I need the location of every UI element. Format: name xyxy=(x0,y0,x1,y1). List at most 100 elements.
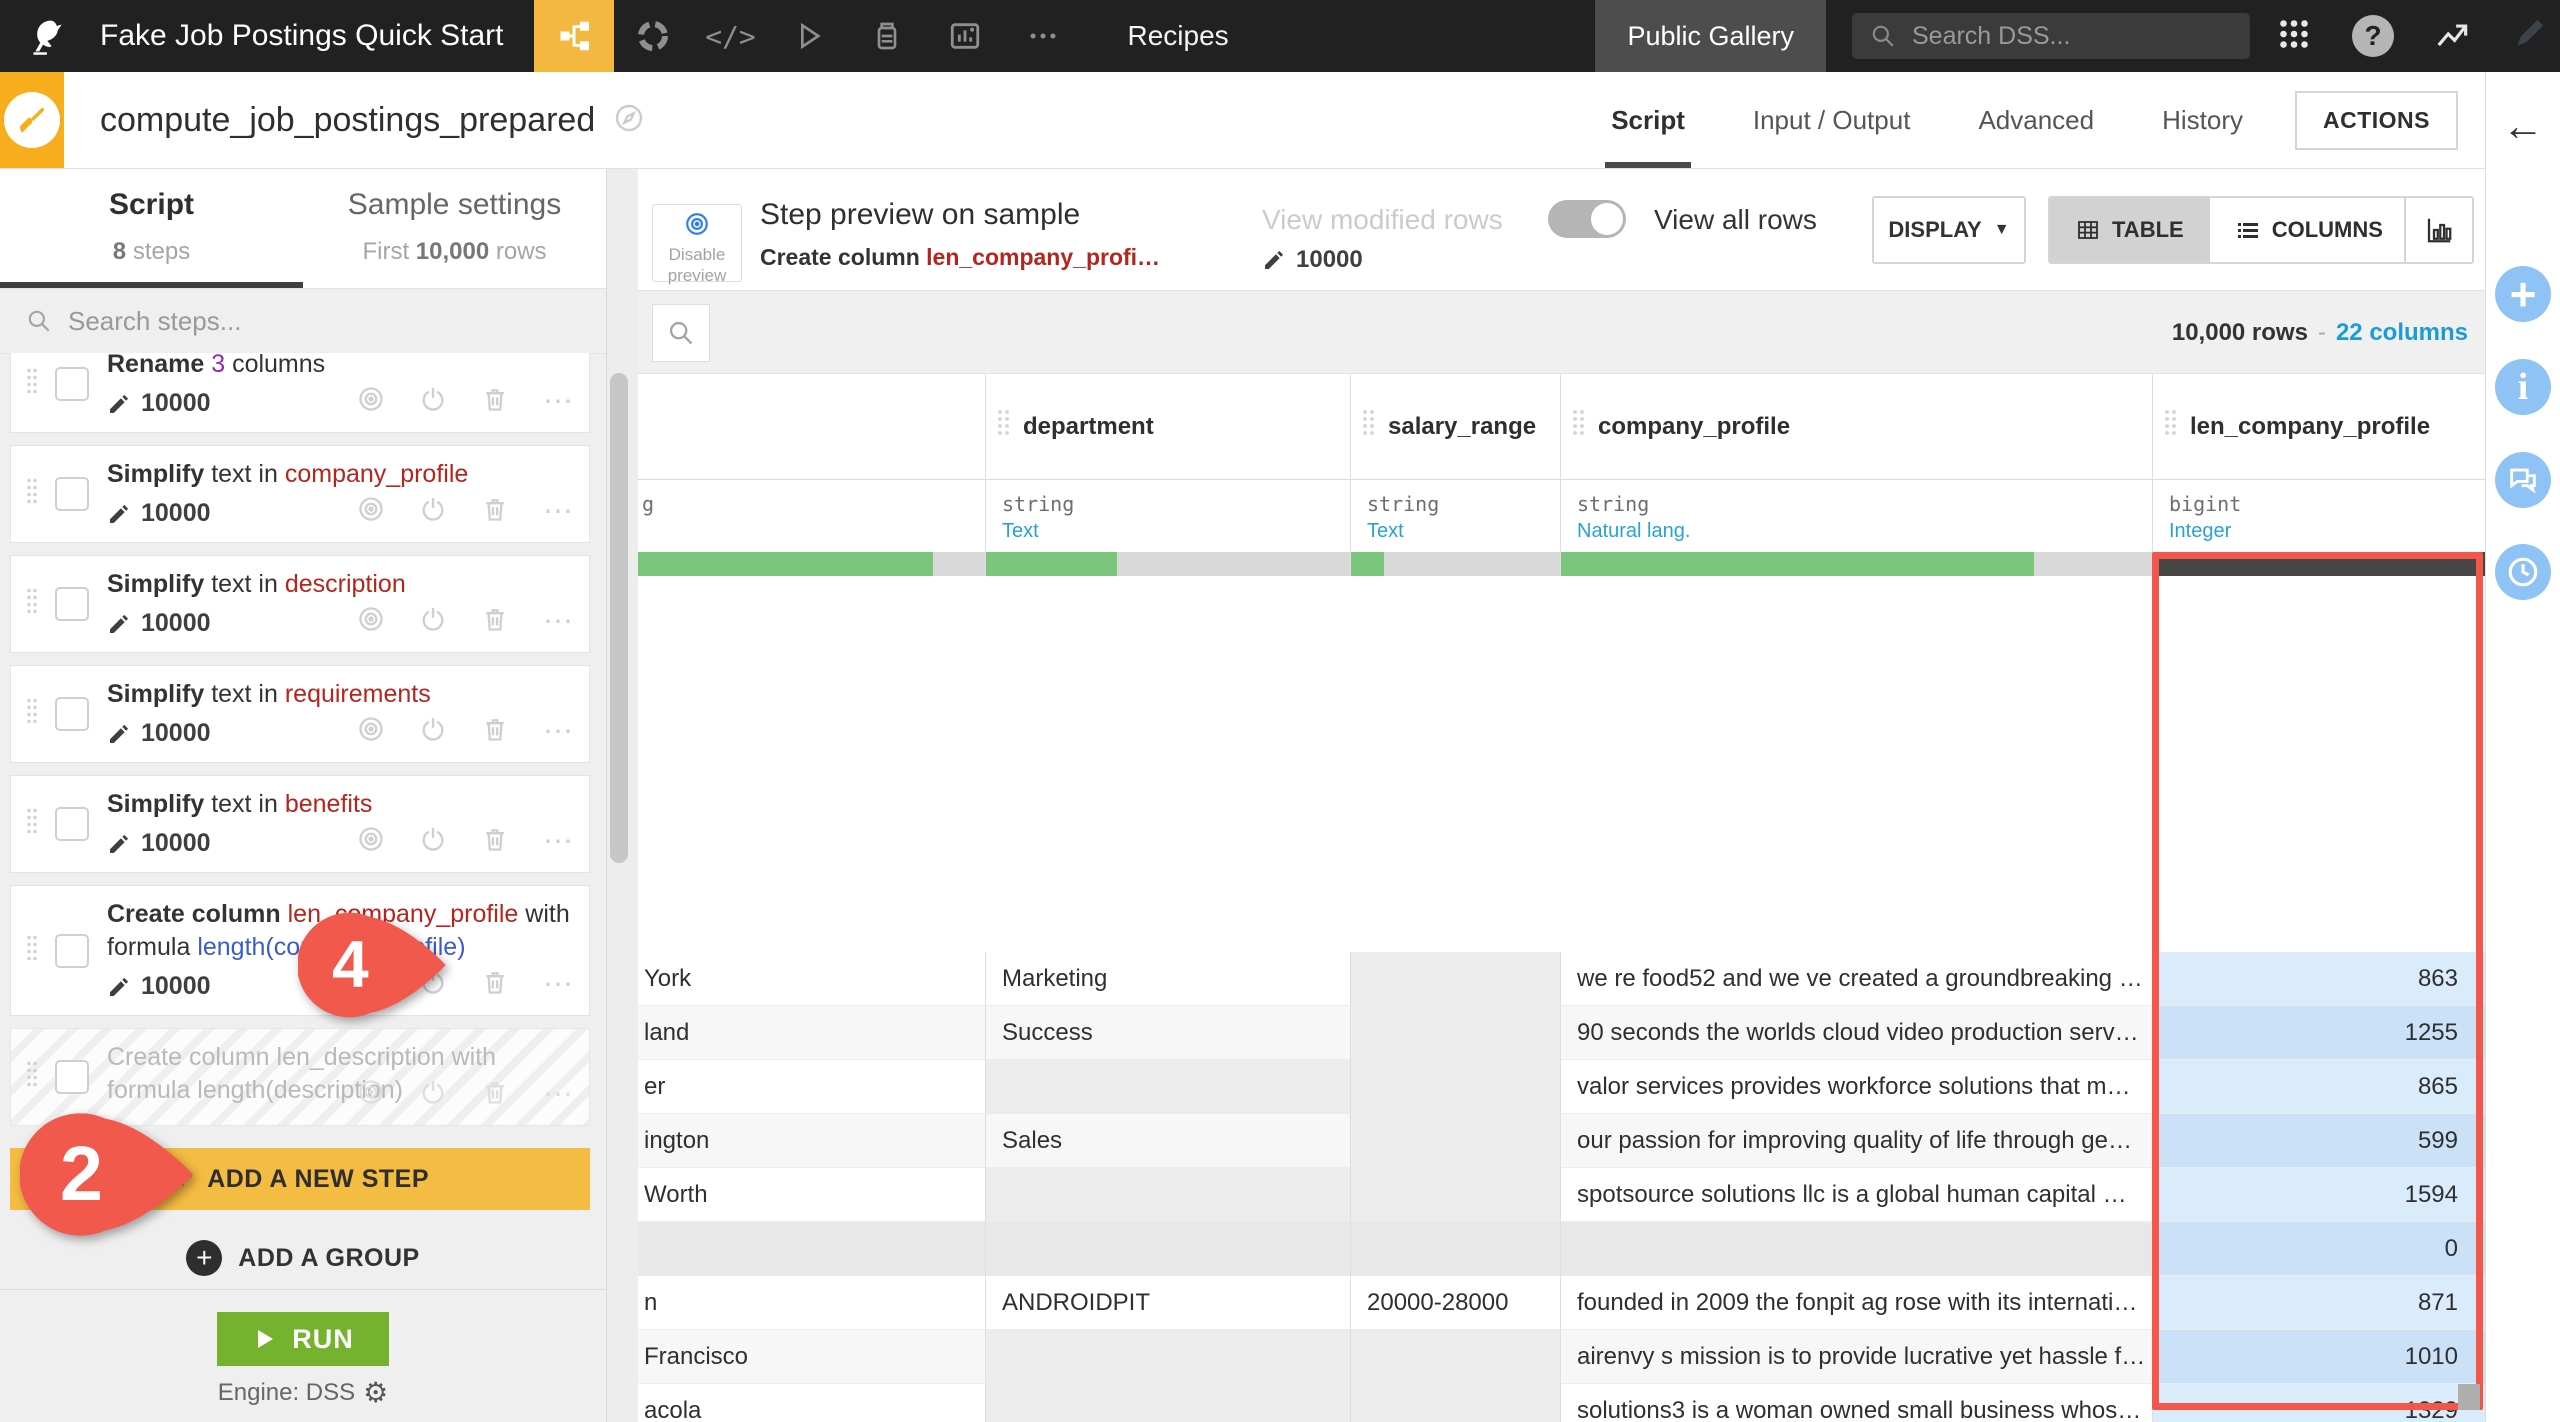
preview-step-eye-icon[interactable] xyxy=(357,495,385,528)
cell[interactable]: Success xyxy=(985,1006,1350,1060)
cell[interactable]: 20000-28000 xyxy=(1350,1276,1560,1330)
collapse-panel-arrow-icon[interactable]: ← xyxy=(2486,102,2560,150)
table-scrollbar-thumb[interactable] xyxy=(2458,1384,2480,1410)
column-header-len_company_profile[interactable]: len_company_profile xyxy=(2152,374,2486,479)
preview-step-eye-icon[interactable] xyxy=(357,825,385,858)
columns-view-button[interactable]: COLUMNS xyxy=(2210,198,2409,262)
cell[interactable]: Sales xyxy=(985,1114,1350,1168)
sidebar-tab-sample-settings[interactable]: Sample settings First 10,000 rows xyxy=(303,168,606,288)
step-checkbox[interactable] xyxy=(55,697,89,731)
search-steps-input[interactable]: Search steps... xyxy=(0,289,606,354)
help-icon[interactable]: ? xyxy=(2352,15,2394,57)
view-modified-rows-label[interactable]: View modified rows xyxy=(1262,204,1503,236)
disable-step-power-icon[interactable] xyxy=(419,605,447,638)
delete-step-trash-icon[interactable] xyxy=(481,1078,509,1111)
flow-nav-icon[interactable] xyxy=(533,0,614,72)
cell[interactable]: airenvy s mission is to provide lucrativ… xyxy=(1560,1330,2152,1384)
rail-history-icon[interactable] xyxy=(2495,544,2551,600)
charts-button[interactable] xyxy=(2404,196,2474,264)
cell[interactable]: er xyxy=(638,1060,985,1114)
cell[interactable] xyxy=(1350,952,1560,1006)
cell[interactable] xyxy=(1350,1168,1560,1222)
tab-input-output[interactable]: Input / Output xyxy=(1719,72,1945,168)
cell[interactable]: founded in 2009 the fonpit ag rose with … xyxy=(1560,1276,2152,1330)
preview-step-eye-icon[interactable] xyxy=(357,1078,385,1111)
dataiku-logo-icon[interactable] xyxy=(22,13,68,59)
preview-step-eye-icon[interactable] xyxy=(357,715,385,748)
run-button[interactable]: RUN xyxy=(217,1312,389,1366)
disable-step-power-icon[interactable] xyxy=(419,715,447,748)
disable-preview-button[interactable]: Disable preview xyxy=(652,204,742,285)
script-step-1[interactable]: Rename 3 columns 10000 ⋯ xyxy=(10,353,590,433)
step-more-icon[interactable]: ⋯ xyxy=(543,386,573,416)
run-nav-icon[interactable] xyxy=(770,0,848,72)
view-all-rows-label[interactable]: View all rows xyxy=(1654,204,1817,236)
cell[interactable]: n xyxy=(638,1276,985,1330)
display-dropdown[interactable]: DISPLAY ▼ xyxy=(1872,196,2026,264)
step-checkbox[interactable] xyxy=(55,587,89,621)
column-count[interactable]: 22 columns xyxy=(2336,319,2468,347)
activity-trend-icon[interactable] xyxy=(2434,15,2472,58)
cell[interactable] xyxy=(1350,1006,1560,1060)
search-input[interactable]: Search DSS... xyxy=(1852,13,2250,59)
drag-handle-icon[interactable] xyxy=(25,697,39,732)
cell[interactable]: we re food52 and we ve created a groundb… xyxy=(1560,952,2152,1006)
column-header-company_profile[interactable]: company_profile xyxy=(1560,374,2152,479)
engine-settings-gear-icon[interactable]: ⚙ xyxy=(363,1376,388,1409)
sidebar-tab-script[interactable]: Script 8 steps xyxy=(0,168,303,288)
drag-handle-icon[interactable] xyxy=(25,1060,39,1095)
cell[interactable]: valor services provides workforce soluti… xyxy=(1560,1060,2152,1114)
drag-handle-icon[interactable] xyxy=(996,408,1011,445)
cell[interactable]: solutions3 is a woman owned small busine… xyxy=(1560,1384,2152,1422)
drag-handle-icon[interactable] xyxy=(2163,408,2178,445)
cell[interactable] xyxy=(1350,1330,1560,1384)
cell[interactable]: Francisco xyxy=(638,1330,985,1384)
cell[interactable] xyxy=(1560,1222,2152,1276)
delete-step-trash-icon[interactable] xyxy=(481,968,509,1001)
compass-status-icon[interactable] xyxy=(613,102,645,139)
column-meaning[interactable]: Text xyxy=(1351,516,1560,552)
add-group-button[interactable]: + ADD A GROUP xyxy=(0,1240,606,1276)
rail-discussions-icon[interactable] xyxy=(2495,452,2551,508)
column-meaning[interactable]: Text xyxy=(986,516,1350,552)
cell[interactable]: our passion for improving quality of lif… xyxy=(1560,1114,2152,1168)
cell[interactable]: land xyxy=(638,1006,985,1060)
cell[interactable]: 90 seconds the worlds cloud video produc… xyxy=(1560,1006,2152,1060)
delete-step-trash-icon[interactable] xyxy=(481,495,509,528)
disable-step-power-icon[interactable] xyxy=(419,495,447,528)
column-header-clipped[interactable] xyxy=(638,374,985,479)
column-meaning[interactable]: Natural lang. xyxy=(1561,516,2152,552)
cell[interactable] xyxy=(638,1222,985,1276)
cell[interactable] xyxy=(1350,1114,1560,1168)
rail-add-icon[interactable]: + xyxy=(2495,266,2551,322)
cell[interactable]: Marketing xyxy=(985,952,1350,1006)
script-step-4[interactable]: Simplify text in requirements 10000 ⋯ xyxy=(10,665,590,763)
drag-handle-icon[interactable] xyxy=(25,587,39,622)
delete-step-trash-icon[interactable] xyxy=(481,385,509,418)
column-meaning[interactable] xyxy=(638,516,985,552)
step-more-icon[interactable]: ⋯ xyxy=(543,496,573,526)
pen-icon[interactable] xyxy=(2512,17,2546,56)
step-more-icon[interactable]: ⋯ xyxy=(543,969,573,999)
delete-step-trash-icon[interactable] xyxy=(481,605,509,638)
step-more-icon[interactable]: ⋯ xyxy=(543,606,573,636)
step-checkbox[interactable] xyxy=(55,477,89,511)
delete-step-trash-icon[interactable] xyxy=(481,715,509,748)
cell[interactable]: Worth xyxy=(638,1168,985,1222)
delete-step-trash-icon[interactable] xyxy=(481,825,509,858)
drag-handle-icon[interactable] xyxy=(25,933,39,968)
rail-info-icon[interactable]: i xyxy=(2495,359,2551,415)
cell[interactable] xyxy=(985,1222,1350,1276)
drag-handle-icon[interactable] xyxy=(1361,408,1376,445)
column-header-salary_range[interactable]: salary_range xyxy=(1350,374,1560,479)
disable-step-power-icon[interactable] xyxy=(419,1078,447,1111)
script-step-2[interactable]: Simplify text in company_profile 10000 ⋯ xyxy=(10,445,590,543)
script-step-5[interactable]: Simplify text in benefits 10000 ⋯ xyxy=(10,775,590,873)
jobs-nav-icon[interactable] xyxy=(848,0,926,72)
actions-button[interactable]: ACTIONS xyxy=(2295,90,2458,150)
step-checkbox[interactable] xyxy=(55,807,89,841)
disable-step-power-icon[interactable] xyxy=(419,385,447,418)
disable-step-power-icon[interactable] xyxy=(419,825,447,858)
drag-handle-icon[interactable] xyxy=(1571,408,1586,445)
preview-step-eye-icon[interactable] xyxy=(357,385,385,418)
